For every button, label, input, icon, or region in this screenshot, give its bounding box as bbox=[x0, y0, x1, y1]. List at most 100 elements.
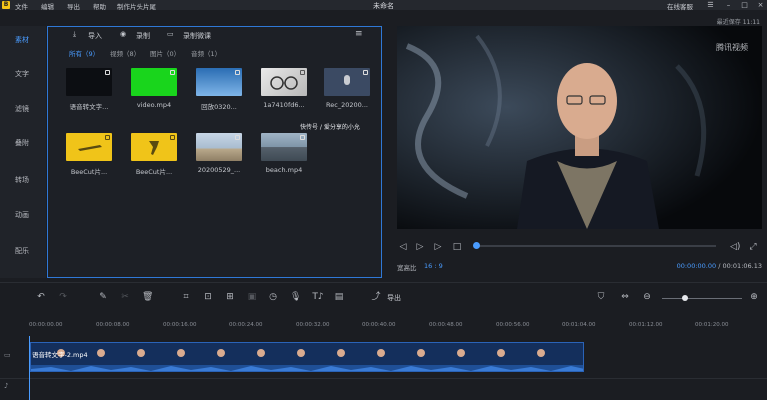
crop-icon[interactable]: ⌗ bbox=[181, 292, 191, 302]
window-title: 未命名 bbox=[373, 2, 394, 10]
split-icon[interactable]: ✂ bbox=[120, 292, 130, 302]
microphone-icon bbox=[344, 75, 350, 85]
time-current: 00:00:00.00 bbox=[676, 262, 717, 270]
ruler-tick: 00:00:00.00 bbox=[29, 322, 63, 328]
maximize-icon[interactable]: □ bbox=[740, 1, 749, 9]
timecode: 00:00:00.00 / 00:01:06.13 bbox=[677, 262, 762, 270]
tooltip: 快传号 / 爱分享的小允 bbox=[300, 124, 360, 131]
stop-icon[interactable]: □ bbox=[452, 242, 462, 252]
tab-text[interactable]: 文字 bbox=[0, 60, 46, 88]
media-thumb-beach[interactable] bbox=[261, 133, 307, 161]
ruler-tick: 00:00:24.00 bbox=[229, 322, 263, 328]
ruler-tick: 00:00:08.00 bbox=[96, 322, 130, 328]
media-thumb-recording[interactable] bbox=[324, 68, 370, 96]
media-thumb-replay[interactable] bbox=[196, 68, 242, 96]
mosaic-icon[interactable]: ⊞ bbox=[225, 292, 235, 302]
media-caption: BeeCut片... bbox=[70, 168, 108, 176]
tab-animation[interactable]: 动画 bbox=[0, 201, 46, 229]
media-caption: video.mp4 bbox=[136, 101, 172, 109]
clip-label: 语音转文字-2.mp4 bbox=[32, 351, 88, 359]
media-caption: 1a7410fd6... bbox=[263, 101, 305, 109]
media-caption: 语音转文字... bbox=[69, 103, 109, 111]
ruler-tick: 00:01:12.00 bbox=[629, 322, 663, 328]
audio-track-icon: ♪ bbox=[4, 382, 9, 390]
ruler-tick: 00:00:40.00 bbox=[362, 322, 396, 328]
duration-icon[interactable]: ◷ bbox=[268, 292, 278, 302]
time-total: / 00:01:06.13 bbox=[718, 262, 762, 270]
online-support-button[interactable]: 在线客服 bbox=[667, 1, 693, 11]
media-thumb-green-screen[interactable] bbox=[131, 68, 177, 96]
tab-music[interactable]: 配乐 bbox=[0, 237, 46, 265]
zoom-slider-handle[interactable] bbox=[682, 295, 688, 301]
filter-audio[interactable]: 音频（1） bbox=[191, 48, 221, 58]
speech-to-text-icon[interactable]: T♪ bbox=[311, 292, 325, 302]
clip-thumbnails bbox=[31, 343, 583, 371]
export-icon[interactable]: ⤴ bbox=[371, 292, 381, 302]
tab-media[interactable]: 素材 bbox=[0, 26, 46, 54]
delete-icon[interactable]: 🗑 bbox=[142, 292, 153, 302]
import-icon[interactable]: ⤓ bbox=[73, 30, 76, 39]
play-icon[interactable]: ▷ bbox=[415, 242, 425, 252]
ruler-tick: 00:01:04.00 bbox=[562, 322, 596, 328]
video-track-icon: ▭ bbox=[4, 351, 11, 359]
fullscreen-icon[interactable]: ⤢ bbox=[748, 242, 758, 252]
filter-video[interactable]: 视频（8） bbox=[110, 48, 140, 58]
next-frame-icon[interactable]: ▷ bbox=[433, 242, 443, 252]
volume-icon[interactable]: ◁) bbox=[730, 242, 740, 252]
media-caption: beach.mp4 bbox=[265, 166, 303, 174]
zoom-slider[interactable] bbox=[662, 298, 742, 299]
fit-icon[interactable]: ⊡ bbox=[203, 292, 213, 302]
zoom-out-icon[interactable]: ⊖ bbox=[642, 292, 652, 302]
minimize-icon[interactable]: – bbox=[724, 1, 733, 9]
record-button[interactable]: 录制 bbox=[136, 31, 150, 41]
freeze-icon[interactable]: ▣ bbox=[247, 292, 257, 302]
tab-overlay[interactable]: 叠附 bbox=[0, 129, 46, 157]
filter-image[interactable]: 图片（0） bbox=[150, 48, 180, 58]
media-thumb-glasses[interactable] bbox=[261, 68, 307, 96]
record-lecture-icon[interactable]: ▭ bbox=[167, 30, 174, 38]
ruler-tick: 00:00:16.00 bbox=[163, 322, 197, 328]
voiceover-icon[interactable]: 🎙 bbox=[290, 292, 301, 302]
last-saved: 最近保存 11:11 bbox=[716, 19, 760, 26]
ruler-tick: 00:00:48.00 bbox=[429, 322, 463, 328]
playhead[interactable] bbox=[29, 336, 30, 400]
media-caption: Rec_20200... bbox=[326, 101, 368, 109]
tab-transitions[interactable]: 转场 bbox=[0, 166, 46, 194]
redo-icon[interactable]: ↷ bbox=[58, 292, 68, 302]
ruler-tick: 00:00:32.00 bbox=[296, 322, 330, 328]
import-button[interactable]: 导入 bbox=[88, 31, 102, 41]
marker-icon[interactable]: ⛉ bbox=[596, 292, 606, 302]
export-button[interactable]: 导出 bbox=[387, 293, 401, 303]
preview-frame-image bbox=[397, 26, 762, 229]
aspect-ratio-label: 宽高比 bbox=[397, 264, 417, 272]
tab-filters[interactable]: 滤镜 bbox=[0, 95, 46, 123]
video-clip[interactable] bbox=[30, 342, 584, 372]
audio-track[interactable] bbox=[0, 378, 767, 400]
close-icon[interactable]: × bbox=[756, 1, 765, 9]
subtitle-icon[interactable]: ▤ bbox=[334, 292, 344, 302]
list-view-icon[interactable]: ≡ bbox=[355, 29, 363, 39]
seek-bar[interactable] bbox=[476, 245, 716, 247]
media-thumb-beecut-2[interactable] bbox=[131, 133, 177, 161]
edit-icon[interactable]: ✎ bbox=[98, 292, 108, 302]
ruler-tick: 00:00:56.00 bbox=[496, 322, 530, 328]
media-caption: 回放0320... bbox=[201, 103, 237, 111]
media-caption: BeeCut片... bbox=[135, 168, 173, 176]
media-thumb-landscape[interactable] bbox=[196, 133, 242, 161]
media-thumb-beecut-1[interactable] bbox=[66, 133, 112, 161]
window-menu-icon[interactable]: ☰ bbox=[706, 1, 715, 9]
prev-frame-icon[interactable]: ◁ bbox=[398, 242, 408, 252]
zoom-in-icon[interactable]: ⊕ bbox=[749, 292, 759, 302]
fit-timeline-icon[interactable]: ⇔ bbox=[620, 292, 630, 302]
media-caption: 20200529_... bbox=[197, 166, 241, 174]
record-lecture-button[interactable]: 录制微课 bbox=[183, 31, 211, 41]
filter-all[interactable]: 所有（9） bbox=[69, 48, 99, 58]
ruler-tick: 00:01:20.00 bbox=[695, 322, 729, 328]
media-thumb-speech-to-text[interactable] bbox=[66, 68, 112, 96]
left-tab-bar: 素材 文字 滤镜 叠附 转场 动画 配乐 bbox=[0, 26, 46, 278]
undo-icon[interactable]: ↶ bbox=[36, 292, 46, 302]
record-icon[interactable]: ◉ bbox=[120, 30, 126, 38]
aspect-ratio-value[interactable]: 16 : 9 bbox=[424, 262, 443, 270]
seek-handle[interactable] bbox=[473, 242, 480, 249]
video-preview: 腾讯视频 bbox=[397, 26, 762, 229]
